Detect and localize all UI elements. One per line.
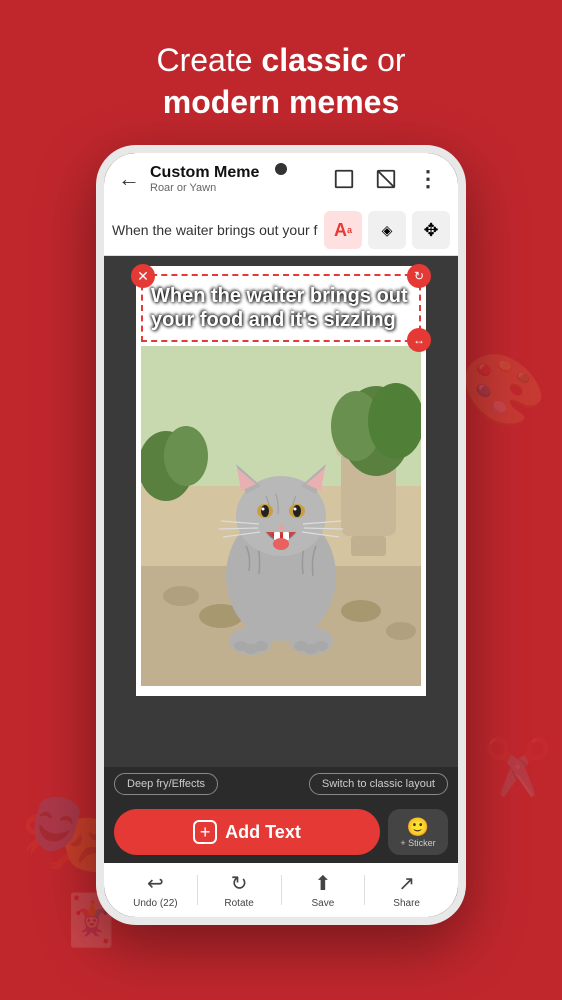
app-subtitle: Roar or Yawn xyxy=(150,182,318,194)
title-group: Custom Meme Roar or Yawn xyxy=(150,164,318,194)
app-content: ← Custom Meme Roar or Yawn ⋮ xyxy=(104,153,458,917)
share-icon: ↗ xyxy=(398,871,415,896)
app-topbar: ← Custom Meme Roar or Yawn ⋮ xyxy=(104,153,458,205)
save-nav-item[interactable]: ⬆ Save xyxy=(282,871,365,909)
text-box-resize-handle[interactable]: ↔ xyxy=(407,328,431,352)
font-tool-button[interactable]: Aa xyxy=(324,211,362,249)
hero-text-modern: modern memes xyxy=(163,84,400,120)
phone-shell: ← Custom Meme Roar or Yawn ⋮ xyxy=(96,145,466,925)
add-text-label: Add Text xyxy=(225,822,301,843)
add-text-row: + Add Text 🙂 + Sticker xyxy=(104,801,458,863)
phone-notch xyxy=(275,163,287,175)
sticker-button[interactable]: 🙂 + Sticker xyxy=(388,809,448,855)
sticker-icon: 🙂 xyxy=(407,817,429,838)
save-label: Save xyxy=(311,898,334,909)
text-input-bar: Aa ◈ ✥ xyxy=(104,205,458,256)
style-tool-button[interactable]: ◈ xyxy=(368,211,406,249)
cat-illustration xyxy=(141,346,421,686)
topbar-icons: ⋮ xyxy=(328,163,444,195)
app-title: Custom Meme xyxy=(150,164,318,182)
text-box-rotate-handle[interactable]: ↻ xyxy=(407,264,431,288)
bottom-actions-bar: Deep fry/Effects Switch to classic layou… xyxy=(104,767,458,801)
undo-label: Undo (22) xyxy=(133,898,177,909)
meme-text-line1: When the waiter brings out xyxy=(151,284,411,308)
switch-layout-button[interactable]: Switch to classic layout xyxy=(309,773,448,795)
text-box-close-button[interactable]: ✕ xyxy=(131,264,155,288)
save-icon: ⬆ xyxy=(314,871,331,896)
text-input-field[interactable] xyxy=(112,222,318,238)
share-nav-item[interactable]: ↗ Share xyxy=(365,871,448,909)
hero-text-classic: classic xyxy=(261,42,368,78)
meme-text-line2: your food and it's sizzling xyxy=(151,308,411,332)
hero-text-or: or xyxy=(368,42,405,78)
share-label: Share xyxy=(393,898,420,909)
undo-icon: ↩ xyxy=(147,871,164,896)
square-icon-button[interactable] xyxy=(328,163,360,195)
hero-text-create: Create xyxy=(156,42,261,78)
cat-image xyxy=(141,346,421,686)
rotate-label: Rotate xyxy=(224,898,253,909)
crop-icon-button[interactable] xyxy=(370,163,402,195)
hero-title: Create classic or modern memes xyxy=(0,40,562,123)
more-options-button[interactable]: ⋮ xyxy=(412,163,444,195)
sticker-label: + Sticker xyxy=(400,838,435,848)
meme-canvas: ✕ ↻ When the waiter brings out your food… xyxy=(136,266,426,696)
move-tool-button[interactable]: ✥ xyxy=(412,211,450,249)
canvas-area: ✕ ↻ When the waiter brings out your food… xyxy=(104,256,458,767)
effects-button[interactable]: Deep fry/Effects xyxy=(114,773,218,795)
bottom-nav: ↩ Undo (22) ↻ Rotate ⬆ Save ↗ Share xyxy=(104,863,458,917)
meme-text-content: When the waiter brings out your food and… xyxy=(151,284,411,332)
back-button[interactable]: ← xyxy=(118,166,140,192)
rotate-nav-item[interactable]: ↻ Rotate xyxy=(198,871,281,909)
undo-nav-item[interactable]: ↩ Undo (22) xyxy=(114,871,197,909)
add-text-plus-icon: + xyxy=(193,820,217,844)
rotate-icon: ↻ xyxy=(231,871,248,896)
text-box-selected[interactable]: ✕ ↻ When the waiter brings out your food… xyxy=(141,274,421,342)
add-text-button[interactable]: + Add Text xyxy=(114,809,380,855)
